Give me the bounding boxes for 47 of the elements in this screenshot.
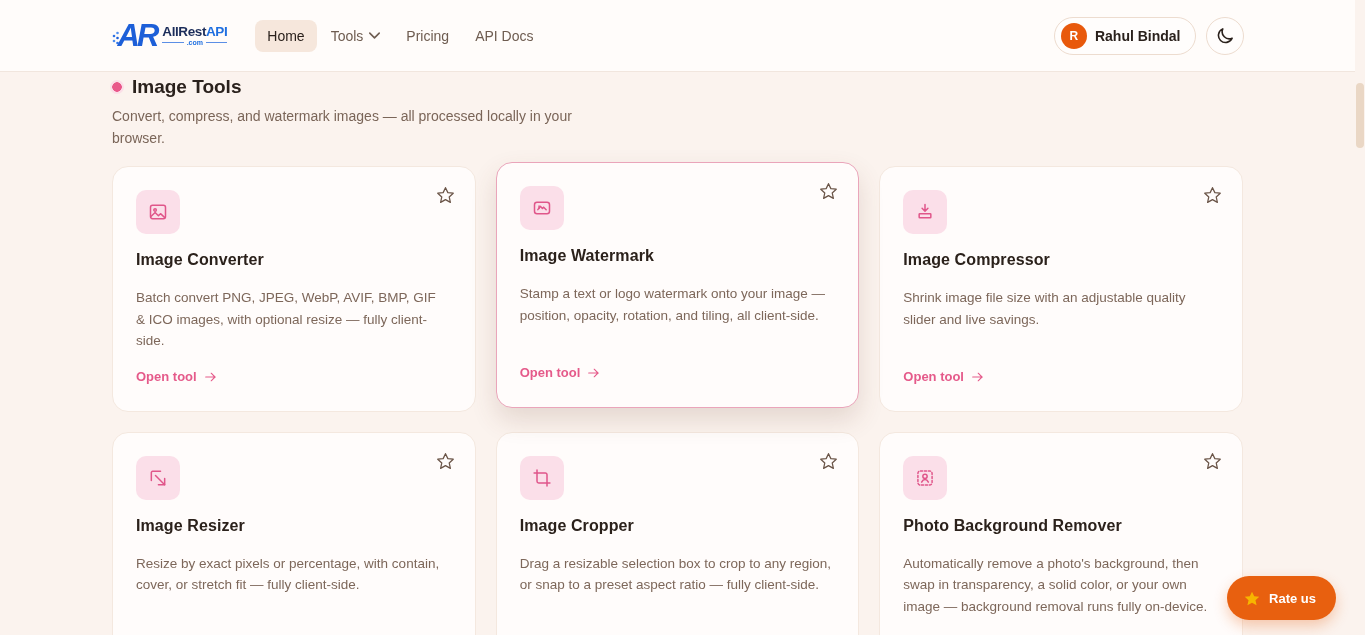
tool-title: Image Cropper: [519, 515, 635, 536]
tool-card[interactable]: Image Cropper Drag a resizable selection box to crop to any region, or snap to a preset aspect ratio — fully client-side.: [495, 431, 860, 635]
star-icon[interactable]: [820, 183, 838, 199]
nav-tab[interactable]: Pricing: [394, 19, 462, 52]
star-icon[interactable]: [436, 452, 454, 469]
star-icon[interactable]: [1204, 452, 1221, 469]
nav-tab[interactable]: Tools: [318, 19, 393, 52]
tool-description: Shrink image file size with an adjustable quality slider and live savings.: [903, 289, 1187, 329]
star-icon[interactable]: [820, 452, 838, 469]
framed-image-icon: [519, 186, 564, 230]
tool-title: Photo Background Remover: [903, 515, 1123, 536]
tool-title: Image Compressor: [903, 250, 1051, 270]
section-title: Image Tools: [132, 76, 242, 98]
image-icon: [136, 190, 180, 234]
person-frame-icon: [903, 455, 948, 500]
logo-mark: AR: [117, 21, 158, 50]
user-menu-button[interactable]: R Rahul Bindal: [1053, 16, 1196, 55]
nav-tab[interactable]: API Docs: [463, 19, 546, 52]
tool-description: Drag a resizable selection box to crop to any region, or snap to a preset aspect ratio — fully client-side.: [519, 554, 833, 594]
dot-icon: [110, 80, 124, 94]
scrollbar-thumb[interactable]: [1356, 83, 1364, 148]
tool-title: Image Converter: [136, 250, 265, 270]
star-icon: [1244, 590, 1261, 606]
tool-title: Image Resizer: [136, 515, 246, 536]
moon-icon: [1216, 27, 1233, 44]
section-description: Convert, compress, and watermark images — all processed locally in your browser.: [112, 107, 573, 148]
tool-title: Image Watermark: [519, 246, 655, 266]
tool-description: Stamp a text or logo watermark onto your image — position, opacity, rotation, and tiling, all client-side.: [519, 285, 827, 325]
theme-toggle-button[interactable]: [1205, 16, 1244, 55]
tool-description: Automatically remove a photo's background, then swap in transparency, a solid color, or your own image — background removal runs fully on-device.: [903, 554, 1209, 616]
star-icon[interactable]: [436, 187, 454, 203]
arrow-right-icon: [972, 371, 983, 382]
tool-card[interactable]: Image Resizer Resize by exact pixels or percentage, with contain, cover, or stretch fit — fully client-side.: [112, 431, 476, 635]
tool-card[interactable]: Photo Background Remover Automatically remove a photo's background, then swap in transparency, a solid color, or your own image — background removal runs fully on-device.: [879, 431, 1243, 635]
star-icon[interactable]: [1204, 187, 1221, 203]
avatar: R: [1060, 22, 1087, 49]
arrow-right-icon: [204, 371, 216, 382]
tool-card[interactable]: Image Compressor Shrink image file size with an adjustable quality slider and live savings. Open tool: [879, 166, 1243, 412]
arrow-right-icon: [588, 367, 600, 378]
logo-name: AllRestAPI: [162, 24, 228, 39]
tool-description: Batch convert PNG, JPEG, WebP, AVIF, BMP, GIF & ICO images, with optional resize — fully client-side.: [136, 289, 437, 350]
crop-icon: [519, 455, 564, 500]
tool-card[interactable]: Image Converter Batch convert PNG, JPEG, WebP, AVIF, BMP, GIF & ICO images, with optional resize — fully client-side. Open tool: [112, 166, 476, 412]
download-tray-icon: [903, 190, 948, 234]
tool-card[interactable]: Image Watermark Stamp a text or logo watermark onto your image — position, opacity, rotation, and tiling, all client-side. Open tool: [495, 162, 860, 408]
nav-tab[interactable]: Home: [255, 19, 317, 52]
tool-description: Resize by exact pixels or percentage, with contain, cover, or stretch fit — fully client-side.: [136, 554, 441, 594]
